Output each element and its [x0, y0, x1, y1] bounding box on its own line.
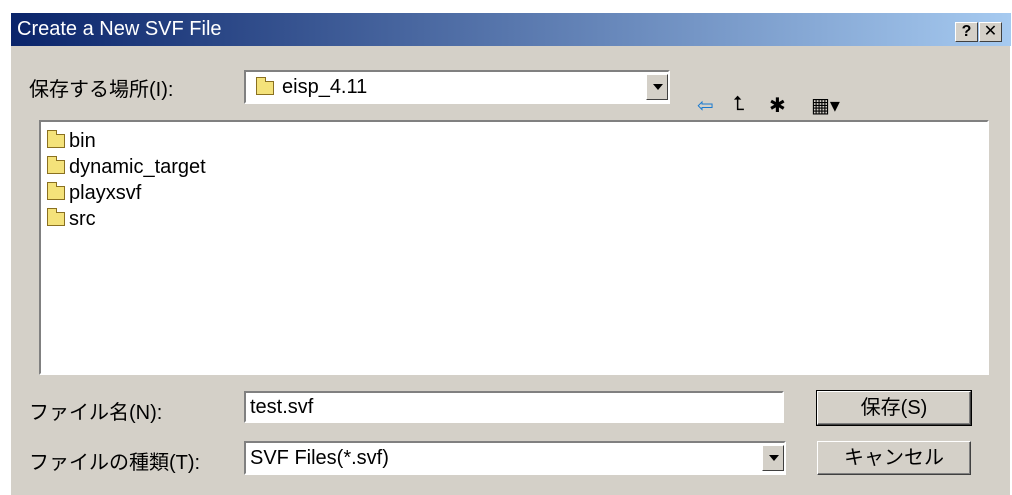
list-item[interactable]: src — [47, 206, 981, 232]
location-label: 保存する場所(I): — [29, 79, 174, 101]
file-name: playxsvf — [69, 181, 142, 204]
new-folder-icon[interactable]: ✱ — [769, 93, 786, 118]
file-name: src — [69, 207, 96, 230]
file-list[interactable]: bin dynamic_target playxsvf src — [39, 120, 989, 375]
filetype-dropdown-button[interactable] — [762, 445, 784, 471]
location-combo[interactable]: eisp_4.11 — [244, 70, 670, 104]
view-menu-icon[interactable]: ▦▾ — [811, 93, 840, 118]
folder-icon — [47, 208, 65, 226]
window-title: Create a New SVF File — [17, 18, 222, 40]
title-bar[interactable]: Create a New SVF File ? ✕ — [11, 13, 1011, 46]
filename-field[interactable]: test.svf — [244, 391, 784, 423]
file-name: bin — [69, 129, 96, 152]
save-button[interactable]: 保存(S) — [816, 390, 972, 426]
file-name: dynamic_target — [69, 155, 206, 178]
list-item[interactable]: bin — [47, 128, 981, 154]
back-icon[interactable]: ⇦ — [697, 93, 714, 118]
filename-value: test.svf — [250, 396, 314, 418]
folder-icon — [47, 156, 65, 174]
help-button[interactable]: ? — [955, 22, 978, 42]
save-dialog: Create a New SVF File ? ✕ 保存する場所(I): eis… — [10, 12, 1011, 495]
location-dropdown-button[interactable] — [646, 74, 668, 100]
up-folder-icon[interactable]: ⮤ — [733, 93, 745, 116]
location-value: eisp_4.11 — [282, 76, 368, 98]
filetype-combo[interactable]: SVF Files(*.svf) — [244, 441, 786, 475]
list-item[interactable]: playxsvf — [47, 180, 981, 206]
filetype-value: SVF Files(*.svf) — [250, 447, 389, 469]
folder-icon — [47, 182, 65, 200]
cancel-button[interactable]: キャンセル — [817, 441, 971, 475]
folder-icon — [47, 130, 65, 148]
list-item[interactable]: dynamic_target — [47, 154, 981, 180]
folder-icon — [256, 77, 274, 95]
filetype-label: ファイルの種類(T): — [29, 452, 201, 474]
close-button[interactable]: ✕ — [979, 22, 1002, 42]
filename-label: ファイル名(N): — [29, 402, 163, 424]
